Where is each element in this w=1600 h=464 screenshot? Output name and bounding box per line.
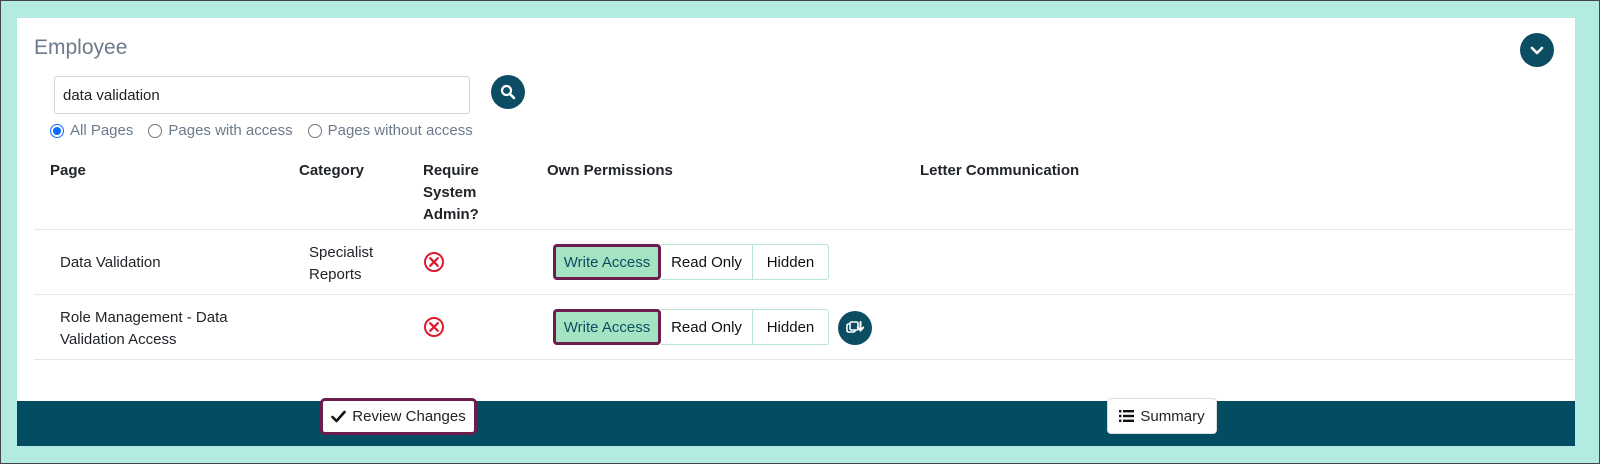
copy-down-icon	[846, 321, 865, 333]
header-line: Require	[423, 162, 479, 179]
collapse-button[interactable]	[1520, 33, 1554, 67]
panel-title: Employee	[34, 36, 128, 59]
header-require-admin: Require System Admin?	[423, 160, 479, 226]
radio-pages-with-access[interactable]: Pages with access	[148, 122, 293, 139]
hidden-button[interactable]: Hidden	[753, 309, 829, 345]
header-line: Admin?	[423, 206, 479, 223]
search-button[interactable]	[491, 75, 525, 109]
read-only-button[interactable]: Read Only	[661, 244, 753, 280]
radio-label: Pages without access	[327, 122, 473, 139]
header-line: System	[423, 184, 477, 201]
summary-button[interactable]: Summary	[1107, 398, 1217, 434]
radio-label: Pages with access	[168, 122, 293, 139]
radio-pages-without-access[interactable]: Pages without access	[307, 122, 473, 139]
page-line: Validation Access	[60, 331, 177, 348]
summary-label: Summary	[1140, 407, 1205, 425]
header-page: Page	[50, 162, 86, 179]
chevron-down-icon	[1530, 46, 1544, 55]
search-input[interactable]	[54, 76, 470, 114]
header-own-permissions: Own Permissions	[547, 162, 673, 179]
header-category: Category	[299, 162, 365, 179]
copy-permissions-button[interactable]	[838, 311, 872, 345]
permission-toggle-group: Write Access Read Only Hidden	[553, 244, 829, 280]
cell-page: Role Management - Data Validation Access	[60, 307, 228, 351]
category-line: Specialist	[309, 244, 374, 261]
footer-bar	[17, 401, 1575, 446]
review-changes-button[interactable]: Review Changes	[320, 398, 477, 435]
review-changes-label: Review Changes	[352, 408, 466, 425]
permission-toggle-group: Write Access Read Only Hidden	[553, 309, 829, 345]
read-only-button[interactable]: Read Only	[661, 309, 753, 345]
page-line: Role Management - Data	[60, 309, 228, 326]
no-icon	[424, 252, 444, 272]
row-divider	[34, 294, 1574, 295]
hidden-button[interactable]: Hidden	[753, 244, 829, 280]
cell-page: Data Validation	[60, 254, 161, 271]
write-access-button[interactable]: Write Access	[553, 244, 661, 280]
header-letter-communication: Letter Communication	[920, 162, 1080, 179]
radio-button[interactable]	[148, 123, 163, 138]
radio-button[interactable]	[307, 123, 322, 138]
no-icon	[424, 317, 444, 337]
radio-label: All Pages	[70, 122, 134, 139]
category-line: Reports	[309, 266, 362, 283]
list-icon	[1119, 410, 1135, 422]
cell-category: Specialist Reports	[309, 242, 373, 286]
search-icon	[500, 84, 516, 100]
row-divider	[34, 229, 1574, 230]
page-filter-radios: All Pages Pages with access Pages withou…	[50, 122, 473, 139]
radio-all-pages[interactable]: All Pages	[50, 122, 133, 139]
employee-panel: Employee All Pages Pages with access Pag…	[17, 18, 1575, 446]
radio-button[interactable]	[50, 123, 64, 138]
check-icon	[331, 410, 347, 423]
row-divider	[34, 359, 1574, 360]
write-access-button[interactable]: Write Access	[553, 309, 661, 345]
